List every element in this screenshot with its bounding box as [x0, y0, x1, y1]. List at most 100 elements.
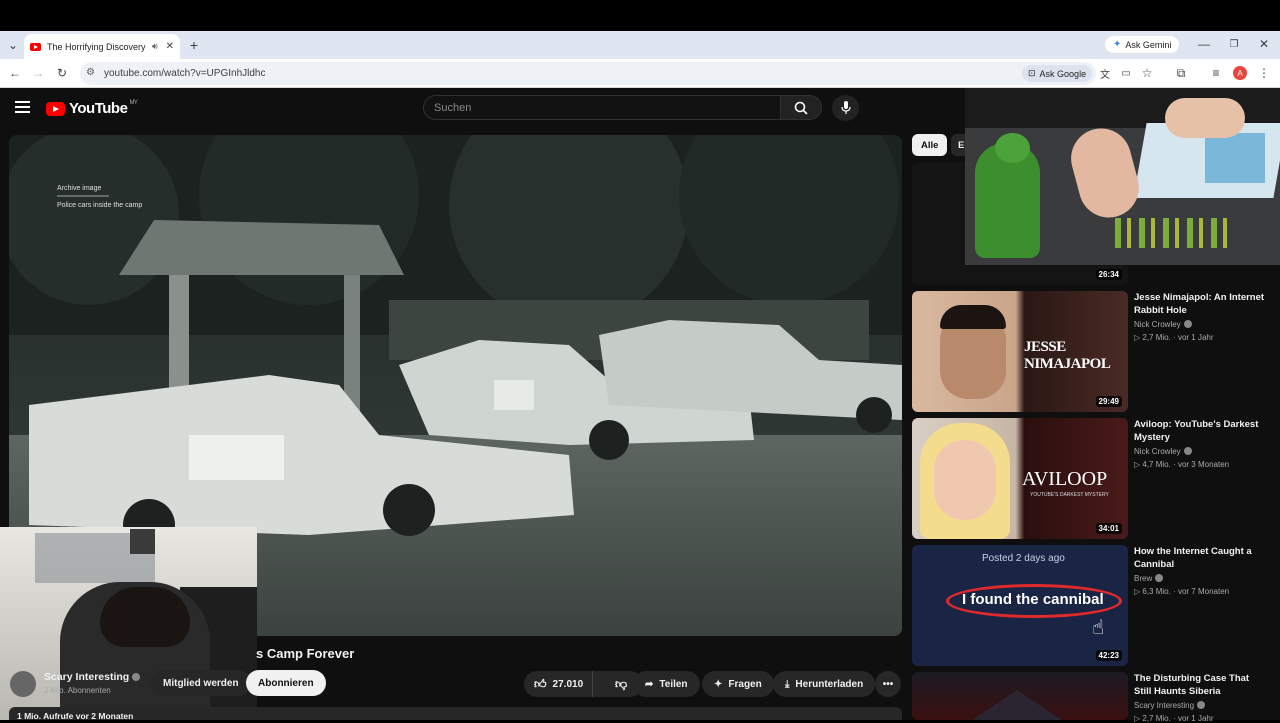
tab-title: The Horrifying Discovery Th	[47, 41, 148, 52]
audio-playing-icon[interactable]: 🔊︎	[152, 41, 158, 52]
ask-google-label: Ask Google	[1039, 68, 1087, 79]
join-button[interactable]: Mitglied werden	[151, 670, 251, 696]
voice-search-button[interactable]	[832, 95, 859, 121]
cursor-hand-icon: ☝︎	[1092, 617, 1105, 639]
microphone-icon	[840, 101, 851, 114]
thumbnail-title-text: AVILOOP	[1022, 468, 1108, 490]
duration-badge: 34:01	[1095, 523, 1122, 534]
search-input[interactable]: Suchen	[423, 95, 781, 120]
ask-google-button[interactable]: ⊡ Ask Google	[1022, 65, 1093, 82]
verified-icon	[1183, 447, 1192, 455]
google-lens-icon: ⊡	[1028, 68, 1036, 78]
recommendation-title-5[interactable]: The Disturbing Case That Still Haunts Si…	[1134, 672, 1266, 698]
recommendation-thumbnail-5[interactable]	[912, 672, 1128, 720]
channel-name-row[interactable]: Scary Interesting	[44, 671, 141, 683]
recommendation-title-2[interactable]: Jesse Nimajapol: An Internet Rabbit Hole	[1134, 291, 1266, 317]
recommendation-title-3[interactable]: Aviloop: YouTube's Darkest Mystery	[1134, 418, 1266, 444]
age: vor 3 Monaten	[1177, 460, 1230, 469]
hand-left	[1064, 121, 1146, 225]
channel-avatar[interactable]	[10, 671, 36, 697]
thumbs-down-icon: 👎︎	[614, 676, 628, 691]
recommendation-title-4[interactable]: How the Internet Caught a Cannibal	[1134, 545, 1266, 571]
verified-icon	[1183, 320, 1192, 328]
recommendation-channel-4[interactable]: Brew	[1134, 574, 1164, 583]
thumbnail-title-text: JESSE NIMAJAPOL	[1024, 339, 1111, 372]
forward-icon[interactable]: →	[31, 66, 45, 80]
bookmark-star-icon[interactable]: ☆	[1140, 66, 1154, 80]
site-info-icon[interactable]: ⚙︎	[86, 67, 95, 78]
video-overlay-caption-2: Police cars inside the camp	[57, 202, 142, 209]
view-count-date: 1 Mio. Aufrufe vor 2 Monaten	[17, 711, 134, 720]
url-omnibox[interactable]: ⚙︎ youtube.com/watch?v=UPGInhJldhc	[80, 62, 1096, 85]
like-dislike-group: 👍︎ 27.010 👎︎	[524, 671, 643, 697]
back-icon[interactable]: ←	[8, 66, 22, 80]
recommendation-meta-3: ▷ 4,7 Mio. · vor 3 Monaten	[1134, 460, 1230, 469]
like-button[interactable]: 👍︎ 27.010	[524, 671, 594, 697]
search-icon	[794, 101, 808, 115]
reload-icon[interactable]: ↻	[55, 66, 69, 80]
minimize-icon[interactable]: —	[1198, 36, 1210, 52]
search-button[interactable]	[780, 95, 822, 120]
verified-icon	[1197, 701, 1206, 709]
channel-name: Brew	[1134, 574, 1153, 583]
reading-list-icon[interactable]: ≡	[1209, 66, 1223, 80]
views: 2,7 Mio.	[1142, 714, 1171, 723]
gemini-spark-icon: ✦	[1113, 39, 1122, 50]
age: vor 1 Jahr	[1177, 333, 1214, 342]
thumbnail-post-text: Posted 2 days ago	[982, 553, 1065, 564]
booklet-page-blue	[1205, 133, 1265, 183]
tab-search-chevron-icon[interactable]: ⌄	[6, 38, 20, 52]
download-button[interactable]: ⤓ Herunterladen	[773, 671, 876, 697]
restore-icon[interactable]: ❐	[1228, 36, 1240, 52]
recommendation-channel-2[interactable]: Nick Crowley	[1134, 320, 1192, 329]
close-tab-icon[interactable]: ✕	[166, 41, 174, 52]
youtube-page: YouTube MY Suchen Archive image Police c…	[0, 88, 1280, 723]
ask-button[interactable]: ✦ Fragen	[702, 671, 774, 697]
recommendation-channel-5[interactable]: Scary Interesting	[1134, 701, 1206, 710]
description-box[interactable]: 1 Mio. Aufrufe vor 2 Monaten	[9, 707, 902, 720]
browser-menu-icon[interactable]: ⋮	[1258, 66, 1270, 80]
recommendation-thumbnail-3[interactable]: AVILOOP YOUTUBE'S DARKEST MYSTERY 34:01	[912, 418, 1128, 539]
channel-name: Scary Interesting	[44, 671, 130, 683]
cast-icon[interactable]: ▭	[1119, 66, 1133, 80]
age: vor 7 Monaten	[1177, 587, 1230, 596]
youtube-logo[interactable]: YouTube MY	[46, 100, 138, 117]
hamburger-menu-icon[interactable]	[15, 101, 30, 113]
search-placeholder: Suchen	[434, 101, 472, 114]
more-actions-button[interactable]: •••	[875, 671, 901, 697]
new-tab-icon[interactable]: +	[187, 37, 201, 53]
more-horizontal-icon: •••	[882, 678, 894, 690]
recommendation-meta-4: ▷ 6,3 Mio. · vor 7 Monaten	[1134, 587, 1230, 596]
recommendation-thumbnail-2[interactable]: JESSE NIMAJAPOL 29:49	[912, 291, 1128, 412]
scattered-lego-pieces	[1115, 218, 1235, 248]
recommendation-meta-2: ▷ 2,7 Mio. · vor 1 Jahr	[1134, 333, 1214, 342]
share-icon: ➦	[645, 678, 654, 690]
browser-tab-active[interactable]: The Horrifying Discovery Th 🔊︎ ✕	[24, 34, 180, 59]
mugshot-hair	[940, 305, 1006, 329]
profile-avatar[interactable]: A	[1233, 66, 1247, 80]
webcam-overlay-hands	[965, 88, 1280, 265]
share-button[interactable]: ➦ Teilen	[633, 671, 700, 697]
recommendation-thumbnail-4[interactable]: Posted 2 days ago I found the cannibal ☝…	[912, 545, 1128, 666]
hand-right	[1165, 98, 1245, 138]
filter-chip-all[interactable]: Alle	[912, 134, 948, 156]
ask-gemini-button[interactable]: ✦ Ask Gemini	[1104, 35, 1181, 54]
thumbnail-subtitle-text: YOUTUBE'S DARKEST MYSTERY	[1030, 492, 1109, 498]
youtube-favicon-icon	[30, 42, 41, 51]
thumbnail-house-shape	[972, 690, 1062, 720]
duration-badge: 29:49	[1095, 396, 1122, 407]
woman-face	[934, 440, 996, 520]
recommendation-channel-3[interactable]: Nick Crowley	[1134, 447, 1192, 456]
extensions-icon[interactable]: ⧉	[1174, 66, 1188, 80]
close-window-icon[interactable]: ✕	[1258, 36, 1270, 52]
channel-name: Nick Crowley	[1134, 320, 1181, 329]
verified-icon	[1155, 574, 1164, 582]
share-label: Teilen	[659, 678, 688, 690]
subscribe-button[interactable]: Abonnieren	[246, 670, 326, 696]
like-count: 27.010	[552, 678, 584, 690]
youtube-play-logo-icon	[46, 101, 65, 116]
video-overlay-caption-1: Archive image	[57, 185, 101, 192]
join-label: Mitglied werden	[163, 677, 239, 689]
channel-name: Scary Interesting	[1134, 701, 1195, 710]
translate-icon[interactable]: 文	[1098, 66, 1112, 81]
